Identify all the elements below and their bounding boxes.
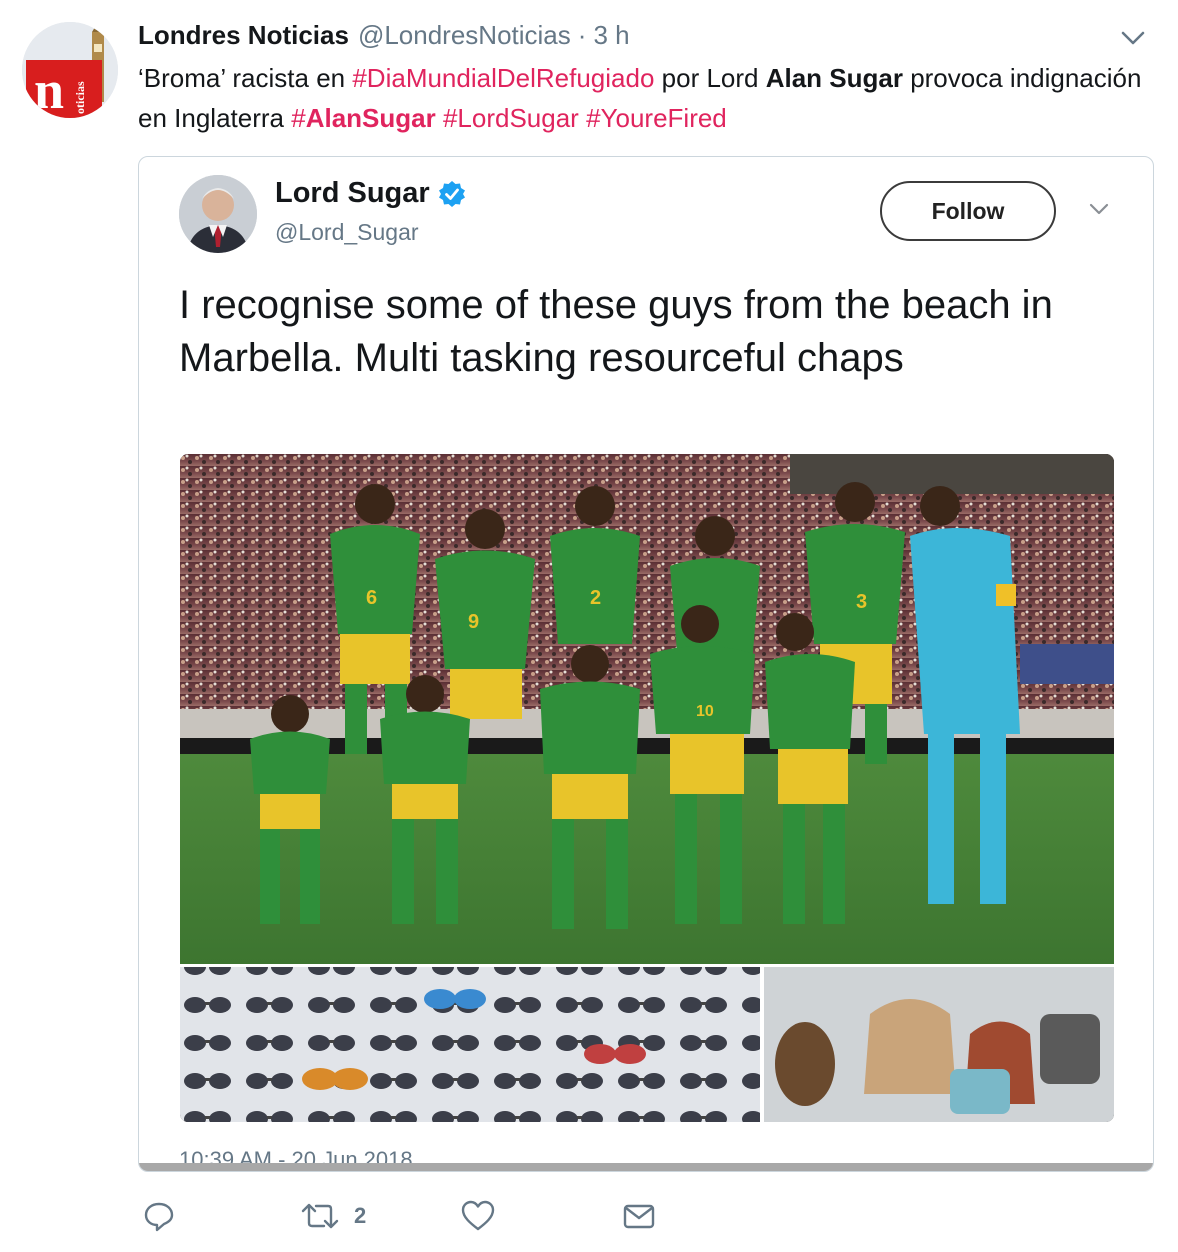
text-segment: por Lord <box>654 63 766 93</box>
retweet-button[interactable]: 2 <box>300 1196 366 1236</box>
text-space <box>436 103 443 133</box>
inner-tweet-text: I recognise some of these guys from the … <box>179 283 1053 380</box>
direct-message-button[interactable] <box>622 1196 656 1236</box>
hashtag-link[interactable]: #AlanSugar <box>291 103 436 133</box>
bold-text: Alan Sugar <box>765 63 903 93</box>
jersey-number: 3 <box>856 591 867 613</box>
verified-badge-icon <box>438 180 465 207</box>
hashtag-prefix: # <box>291 103 306 133</box>
hashtag-bold-text: AlanSugar <box>305 103 436 133</box>
avatar[interactable]: n oticias <box>22 22 118 118</box>
svg-text:n: n <box>34 60 64 118</box>
jersey-number: 9 <box>468 611 479 633</box>
retweet-icon <box>301 1203 339 1229</box>
inner-name-text: Lord Sugar <box>275 177 430 209</box>
tweet-text: ‘Broma’ racista en #DiaMundialDelRefugia… <box>138 58 1148 138</box>
chevron-down-icon <box>1121 31 1145 45</box>
text-segment: ‘Broma’ racista en <box>138 63 353 93</box>
tweet-menu-caret[interactable] <box>1118 26 1148 50</box>
reply-button[interactable] <box>142 1196 176 1236</box>
envelope-icon <box>623 1204 655 1229</box>
card-bottom-edge <box>139 1163 1153 1171</box>
attached-image-card[interactable]: Lord Sugar @Lord_Sugar Follow I recognis… <box>138 156 1154 1172</box>
inner-handle: @Lord_Sugar <box>275 219 419 245</box>
inner-menu-caret <box>1087 199 1111 219</box>
jersey-number: 2 <box>590 587 601 609</box>
hashtag-link[interactable]: #DiaMundialDelRefugiado <box>352 63 654 93</box>
chevron-down-icon <box>1089 203 1109 215</box>
reply-icon <box>144 1202 174 1232</box>
tweet: n oticias Londres Noticias @LondresNotic… <box>0 0 1178 1252</box>
text-space <box>579 103 586 133</box>
user-handle[interactable]: @LondresNoticias <box>358 20 571 51</box>
noticias-logo-icon: n oticias <box>22 22 118 118</box>
retweet-count: 2 <box>354 1203 367 1228</box>
collage-image: 6 9 2 3 10 <box>180 454 1114 1122</box>
display-name[interactable]: Londres Noticias <box>138 20 349 51</box>
jersey-number: 6 <box>366 587 377 609</box>
inner-display-name: Lord Sugar <box>275 177 466 210</box>
svg-text:oticias: oticias <box>73 81 87 114</box>
separator-dot: · <box>577 20 587 50</box>
follow-button: Follow <box>880 181 1056 241</box>
heart-icon <box>461 1200 495 1231</box>
tweet-time[interactable]: 3 h <box>593 20 629 51</box>
jersey-number: 10 <box>696 703 714 720</box>
hashtag-link[interactable]: #LordSugar <box>443 103 579 133</box>
like-button[interactable] <box>460 1196 496 1236</box>
team-photo-collage: 6 9 2 3 10 <box>180 454 1114 1122</box>
hashtag-link[interactable]: #YoureFired <box>586 103 727 133</box>
tweet-header: Londres Noticias @LondresNoticias · 3 h <box>138 20 630 54</box>
portrait-icon <box>179 175 257 253</box>
inner-avatar <box>179 175 257 253</box>
